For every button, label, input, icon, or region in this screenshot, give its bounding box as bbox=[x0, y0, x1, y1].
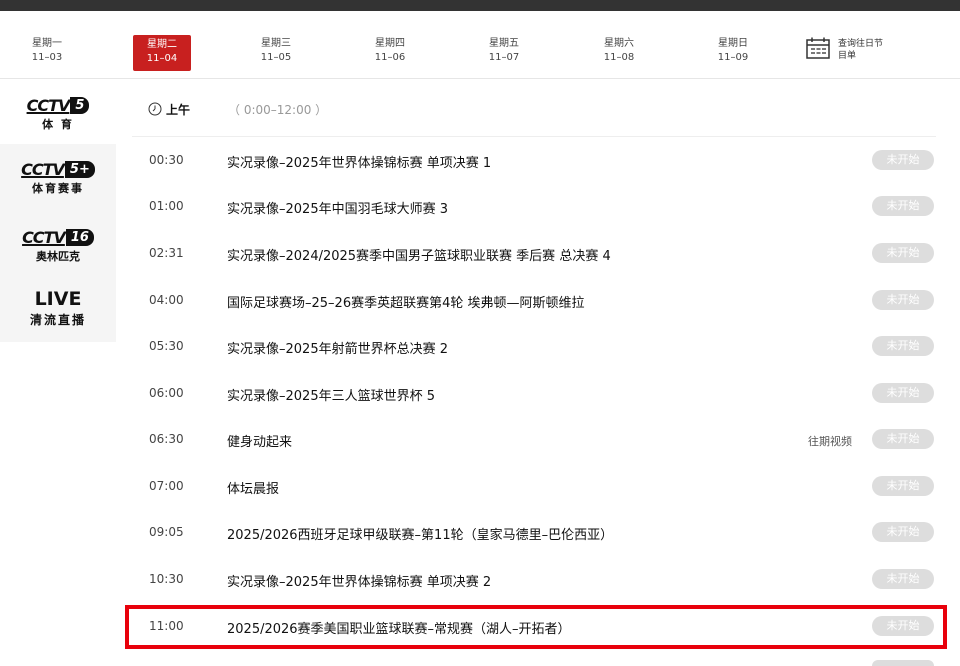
day-tab-sunday[interactable]: 星期日 11–09 bbox=[703, 33, 763, 73]
status-badge: 未开始 bbox=[872, 569, 934, 589]
program-time: 06:00 bbox=[149, 386, 184, 400]
status-badge: 未开始 bbox=[872, 383, 934, 403]
top-bar bbox=[0, 0, 960, 11]
channel-subtitle: 体育赛事 bbox=[32, 182, 84, 195]
program-row[interactable]: 05:30 实况录像–2025年射箭世界杯总决赛 2 未开始 bbox=[132, 332, 938, 362]
day-date: 11–09 bbox=[717, 52, 749, 63]
program-row[interactable]: 04:00 国际足球赛场–25–26赛季英超联赛第4轮 埃弗顿—阿斯顿维拉 未开… bbox=[132, 286, 938, 316]
channel-subtitle: 清流直播 bbox=[29, 313, 86, 327]
day-name: 星期四 bbox=[375, 38, 405, 49]
status-badge: 未开始 bbox=[872, 336, 934, 356]
day-tab-monday[interactable]: 星期一 11–03 bbox=[17, 33, 77, 73]
day-name: 星期日 bbox=[718, 38, 748, 49]
cctv5-logo: CCTV 5 bbox=[0, 96, 116, 115]
status-badge: 未开始 bbox=[872, 476, 934, 496]
program-time: 04:00 bbox=[149, 293, 184, 307]
program-time: 01:00 bbox=[149, 199, 184, 213]
channel-subtitle: 奥林匹克 bbox=[36, 250, 80, 263]
period-label: 上午 bbox=[166, 102, 191, 117]
program-time: 09:05 bbox=[149, 525, 184, 539]
past-videos-link[interactable]: 往期视频 bbox=[808, 433, 852, 449]
program-row[interactable]: 01:00 实况录像–2025年中国羽毛球大师赛 3 未开始 bbox=[132, 192, 938, 222]
channel-logo-text: CCTV bbox=[21, 160, 65, 179]
cctv5plus-logo: CCTV 5+ bbox=[0, 160, 116, 179]
program-row[interactable]: 10:30 实况录像–2025年世界体操锦标赛 单项决赛 2 未开始 bbox=[132, 565, 938, 595]
day-date: 11–05 bbox=[260, 52, 292, 63]
status-badge: 未开始 bbox=[872, 196, 934, 216]
live-logo: LIVE bbox=[0, 288, 116, 310]
channel-sidebar: CCTV 5 体 育 CCTV 5+ 体育赛事 CCTV 16 奥林匹克 LIVE 清… bbox=[0, 80, 116, 342]
program-time: 02:31 bbox=[149, 246, 184, 260]
status-badge: 未开始 bbox=[872, 290, 934, 310]
day-name: 星期三 bbox=[261, 38, 291, 49]
status-badge: 未开始 bbox=[872, 429, 934, 449]
day-name: 星期一 bbox=[32, 38, 62, 49]
past-programs-line2: 目单 bbox=[838, 51, 857, 61]
program-row[interactable]: 00:30 实况录像–2025年世界体操锦标赛 单项决赛 1 未开始 bbox=[132, 146, 938, 176]
day-tab-wednesday[interactable]: 星期三 11–05 bbox=[246, 33, 306, 73]
program-time: 07:00 bbox=[149, 479, 184, 493]
program-title[interactable]: 健身动起来 bbox=[227, 431, 292, 450]
status-badge: 未开始 bbox=[872, 150, 934, 170]
calendar-icon bbox=[806, 37, 830, 59]
program-title[interactable]: 实况录像–2025年世界体操锦标赛 单项决赛 2 bbox=[227, 571, 491, 590]
channel-cctv5plus[interactable]: CCTV 5+ 体育赛事 bbox=[0, 144, 116, 226]
channel-logo-number: 5 bbox=[70, 97, 90, 114]
program-title[interactable]: 国际足球赛场–25–26赛季英超联赛第4轮 埃弗顿—阿斯顿维拉 bbox=[227, 292, 585, 311]
channel-logo-number: 16 bbox=[65, 229, 94, 246]
day-tab-saturday[interactable]: 星期六 11–08 bbox=[589, 33, 649, 73]
day-date: 11–08 bbox=[603, 52, 635, 63]
channel-cctv5[interactable]: CCTV 5 体 育 bbox=[0, 80, 116, 144]
day-date: 11–06 bbox=[374, 52, 406, 63]
cctv16-logo: CCTV 16 bbox=[0, 228, 116, 247]
program-title[interactable]: 实况录像–2025年中国羽毛球大师赛 3 bbox=[227, 198, 448, 217]
highlight-box bbox=[125, 605, 947, 649]
day-date: 11–04 bbox=[146, 53, 178, 64]
program-row[interactable]: 02:31 实况录像–2024/2025赛季中国男子篮球职业联赛 季后赛 总决赛… bbox=[132, 239, 938, 269]
channel-logo-text: CCTV bbox=[26, 96, 71, 115]
day-tab-friday[interactable]: 星期五 11–07 bbox=[474, 33, 534, 73]
past-programs-button[interactable]: 查询往日节 目单 bbox=[806, 37, 926, 65]
channel-live[interactable]: LIVE 清流直播 bbox=[0, 276, 116, 342]
clock-icon bbox=[148, 102, 162, 116]
status-badge-partial bbox=[872, 660, 934, 666]
day-name: 星期六 bbox=[604, 38, 634, 49]
program-time: 10:30 bbox=[149, 572, 184, 586]
program-row[interactable]: 06:00 实况录像–2025年三人篮球世界杯 5 未开始 bbox=[132, 379, 938, 409]
channel-cctv16[interactable]: CCTV 16 奥林匹克 bbox=[0, 226, 116, 276]
period-header: 上午 bbox=[148, 100, 190, 118]
program-title[interactable]: 实况录像–2025年射箭世界杯总决赛 2 bbox=[227, 338, 448, 357]
status-badge: 未开始 bbox=[872, 522, 934, 542]
program-time: 05:30 bbox=[149, 339, 184, 353]
period-range: （ 0:00–12:00 ） bbox=[228, 103, 328, 117]
channel-logo-text: LIVE bbox=[34, 288, 82, 310]
program-row[interactable]: 09:05 2025/2026西班牙足球甲级联赛–第11轮（皇家马德里–巴伦西亚… bbox=[132, 518, 938, 548]
channel-logo-number: 5+ bbox=[64, 161, 95, 178]
program-title[interactable]: 实况录像–2025年三人篮球世界杯 5 bbox=[227, 385, 435, 404]
program-title[interactable]: 实况录像–2025年世界体操锦标赛 单项决赛 1 bbox=[227, 152, 491, 171]
day-date: 11–07 bbox=[488, 52, 520, 63]
channel-subtitle: 体 育 bbox=[42, 118, 74, 131]
day-tab-tuesday[interactable]: 星期二 11–04 bbox=[133, 35, 191, 71]
past-programs-line1: 查询往日节 bbox=[838, 39, 884, 49]
program-time: 00:30 bbox=[149, 153, 184, 167]
program-row[interactable]: 07:00 体坛晨报 未开始 bbox=[132, 472, 938, 502]
program-time: 06:30 bbox=[149, 432, 184, 446]
day-date: 11–03 bbox=[31, 52, 63, 63]
program-row[interactable]: 06:30 健身动起来 往期视频 未开始 bbox=[132, 425, 938, 455]
day-name: 星期五 bbox=[489, 38, 519, 49]
channel-logo-text: CCTV bbox=[22, 228, 66, 247]
program-title[interactable]: 2025/2026西班牙足球甲级联赛–第11轮（皇家马德里–巴伦西亚） bbox=[227, 524, 613, 543]
past-programs-label: 查询往日节 目单 bbox=[838, 38, 908, 62]
day-selector: 星期一 11–03 星期二 11–04 星期三 11–05 星期四 11–06 … bbox=[0, 11, 960, 79]
day-name: 星期二 bbox=[147, 39, 177, 50]
program-title[interactable]: 实况录像–2024/2025赛季中国男子篮球职业联赛 季后赛 总决赛 4 bbox=[227, 245, 611, 264]
status-badge: 未开始 bbox=[872, 243, 934, 263]
program-title[interactable]: 体坛晨报 bbox=[227, 478, 279, 497]
day-tab-thursday[interactable]: 星期四 11–06 bbox=[360, 33, 420, 73]
header-divider bbox=[132, 136, 936, 137]
